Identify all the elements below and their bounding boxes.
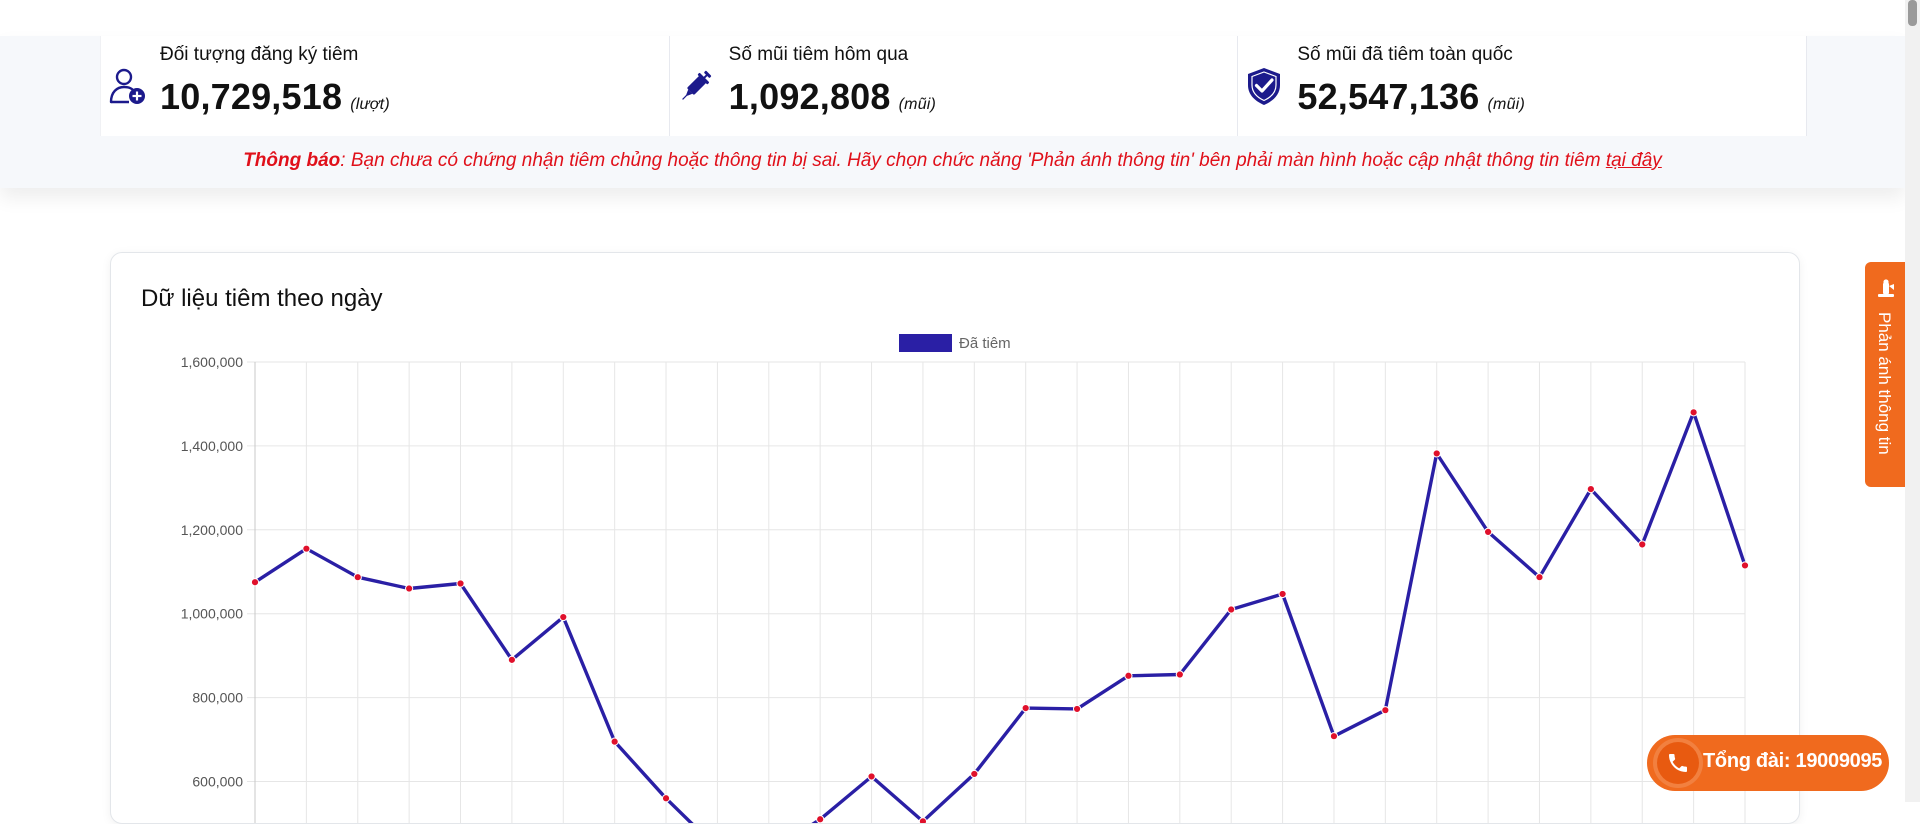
data-point <box>1278 589 1287 599</box>
stats-band: Đối tượng đăng ký tiêm 10,729,518 (lượt) … <box>0 36 1905 188</box>
notice-label: Thông báo <box>243 150 341 171</box>
top-bar <box>0 0 1905 36</box>
data-point <box>1535 573 1544 582</box>
data-point <box>302 544 311 553</box>
data-point <box>1072 704 1082 714</box>
data-point <box>816 815 825 823</box>
data-point <box>1484 527 1493 536</box>
report-tab-label: Phản ánh thông tin <box>1875 312 1894 455</box>
stat-value: 1,092,808 (mũi) <box>728 76 937 117</box>
data-point <box>250 578 260 587</box>
stat-card-yesterday: Số mũi tiêm hôm qua 1,092,808 (mũi) <box>669 36 1239 136</box>
update-info-link[interactable]: tại đây <box>1606 150 1662 171</box>
shield-check-icon <box>1244 66 1284 106</box>
phone-icon <box>1657 742 1699 784</box>
stat-card-registered: Đối tượng đăng ký tiêm 10,729,518 (lượt) <box>100 36 670 136</box>
data-point <box>1175 670 1184 679</box>
data-point <box>353 573 362 582</box>
legend-swatch <box>899 334 952 352</box>
data-point <box>1227 605 1236 614</box>
user-add-icon <box>107 66 147 106</box>
stat-card-total: Số mũi đã tiêm toàn quốc 52,547,136 (mũi) <box>1238 36 1808 136</box>
notice-message: Thông báo: Bạn chưa có chứng nhận tiêm c… <box>0 150 1905 172</box>
data-point <box>405 584 414 593</box>
daily-vaccination-chart: Đã tiêm 600,000 800,000 1,000,000 1,200,000 1… <box>181 334 1750 823</box>
data-point <box>1689 408 1698 417</box>
stat-value: 10,729,518 (lượt) <box>160 76 390 117</box>
notice-text: : Bạn chưa có chứng nhận tiêm chủng hoặc… <box>340 150 1606 171</box>
data-point <box>559 612 568 622</box>
y-tick-label: 1,600,000 <box>181 354 243 370</box>
stats-row: Đối tượng đăng ký tiêm 10,729,518 (lượt) … <box>100 36 1808 136</box>
legend-label: Đã tiêm <box>959 335 1011 352</box>
data-point <box>1638 540 1647 549</box>
data-point <box>456 579 465 588</box>
report-info-tab[interactable]: Phản ánh thông tin <box>1865 262 1907 487</box>
data-point <box>867 772 876 781</box>
data-point <box>1740 561 1750 570</box>
scrollbar-thumb[interactable] <box>1908 0 1917 26</box>
data-point <box>918 817 928 823</box>
page-scrollbar[interactable] <box>1905 0 1920 802</box>
hotline-label: Tổng đài: 19009095 <box>1703 750 1883 772</box>
stat-title: Số mũi đã tiêm toàn quốc <box>1297 44 1513 65</box>
data-point <box>970 769 979 779</box>
data-point <box>1021 703 1030 713</box>
y-tick-label: 1,200,000 <box>181 522 243 538</box>
y-tick-label: 1,400,000 <box>181 438 243 454</box>
stat-unit: (lượt) <box>350 96 390 113</box>
data-point <box>1586 485 1595 494</box>
data-point <box>661 794 671 803</box>
data-point <box>610 737 619 746</box>
hotline-button[interactable]: Tổng đài: 19009095 <box>1647 735 1889 791</box>
data-point <box>507 655 516 664</box>
stat-title: Số mũi tiêm hôm qua <box>728 44 909 65</box>
data-point <box>1124 671 1133 680</box>
y-tick-label: 800,000 <box>192 690 243 706</box>
syringe-icon <box>676 66 716 106</box>
stat-unit: (mũi) <box>1487 96 1525 113</box>
data-point <box>1432 449 1441 458</box>
chart-card: Dữ liệu tiêm theo ngày Đã tiêm 600,000 800… <box>110 252 1800 824</box>
y-tick-label: 600,000 <box>192 774 243 790</box>
stat-unit: (mũi) <box>898 96 937 113</box>
report-icon <box>1875 278 1897 300</box>
stat-value: 52,547,136 (mũi) <box>1297 76 1525 117</box>
stat-title: Đối tượng đăng ký tiêm <box>160 44 359 65</box>
series-line <box>254 410 1747 823</box>
data-point <box>1381 706 1390 715</box>
data-point <box>1329 732 1339 741</box>
y-tick-label: 1,000,000 <box>181 606 243 622</box>
